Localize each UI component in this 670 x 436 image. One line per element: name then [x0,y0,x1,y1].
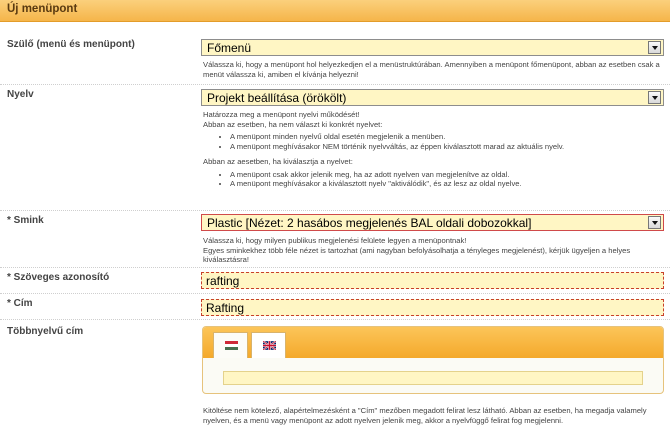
tab-hungarian[interactable] [213,332,248,358]
form-row-title: * Cím Rafting [0,293,670,319]
skin-help: Válassza ki, hogy milyen publikus megjel… [203,236,631,264]
language-help: Határozza meg a menüpont nyelvi működésé… [203,110,663,195]
chevron-down-icon[interactable] [648,216,661,229]
list-item: A menüpont minden nyelvű oldal esetén me… [230,132,663,142]
language-help-list-1: A menüpont minden nyelvű oldal esetén me… [203,132,663,151]
skin-select-value: Plastic [Nézet: 2 hasábos megjelenés BAL… [207,216,532,230]
skin-label: * Smink [7,215,44,226]
tab-english[interactable] [251,332,286,358]
language-label: Nyelv [7,89,34,100]
form-row-text-id: * Szöveges azonosító rafting [0,267,670,293]
uk-flag-icon [263,341,276,350]
panel-header: Új menüpont [0,0,670,22]
language-select[interactable]: Projekt beállítása (örökölt) [201,89,664,106]
parent-help: Válassza ki, hogy a menüpont hol helyezk… [203,60,660,79]
list-item: A menüpont meghívásakor a kiválasztott n… [230,179,663,189]
list-item: A menüpont meghívásakor NEM történik nye… [230,142,663,152]
text-id-input[interactable]: rafting [201,272,664,289]
chevron-down-icon[interactable] [648,41,661,54]
panel-title: Új menüpont [7,3,78,15]
parent-select[interactable]: Főmenü [201,39,664,56]
language-select-value: Projekt beállítása (örökölt) [207,91,347,105]
language-help-intro-1: Határozza meg a menüpont nyelvi működésé… [203,110,360,119]
multilang-help: Kitöltése nem kötelező, alapértelmezéské… [203,406,647,425]
form-row-language: Nyelv Projekt beállítása (örökölt) Határ… [0,84,670,210]
list-item: A menüpont csak akkor jelenik meg, ha az… [230,170,663,180]
title-input[interactable]: Rafting [201,299,664,316]
hungarian-flag-icon [225,341,238,350]
text-id-label: * Szöveges azonosító [7,272,110,283]
parent-select-value: Főmenü [207,41,252,55]
language-help-intro-3: Abban az aesetben, ha kiválasztja a nyel… [203,157,353,166]
form-row-parent: Szülő (menü és menüpont) Főmenü Válassza… [0,33,670,83]
tab-bar [203,327,663,358]
language-help-list-2: A menüpont csak akkor jelenik meg, ha az… [203,170,663,189]
title-label: * Cím [7,298,33,309]
multilang-label: Többnyelvű cím [7,326,84,337]
skin-select[interactable]: Plastic [Nézet: 2 hasábos megjelenés BAL… [201,214,664,231]
multilang-title-input[interactable] [223,371,643,385]
form-row-skin: * Smink Plastic [Nézet: 2 hasábos megjel… [0,210,670,267]
multilang-tabs [202,326,664,394]
parent-label: Szülő (menü és menüpont) [7,39,135,50]
language-help-intro-2: Abban az esetben, ha nem választ ki konk… [203,119,383,129]
chevron-down-icon[interactable] [648,91,661,104]
